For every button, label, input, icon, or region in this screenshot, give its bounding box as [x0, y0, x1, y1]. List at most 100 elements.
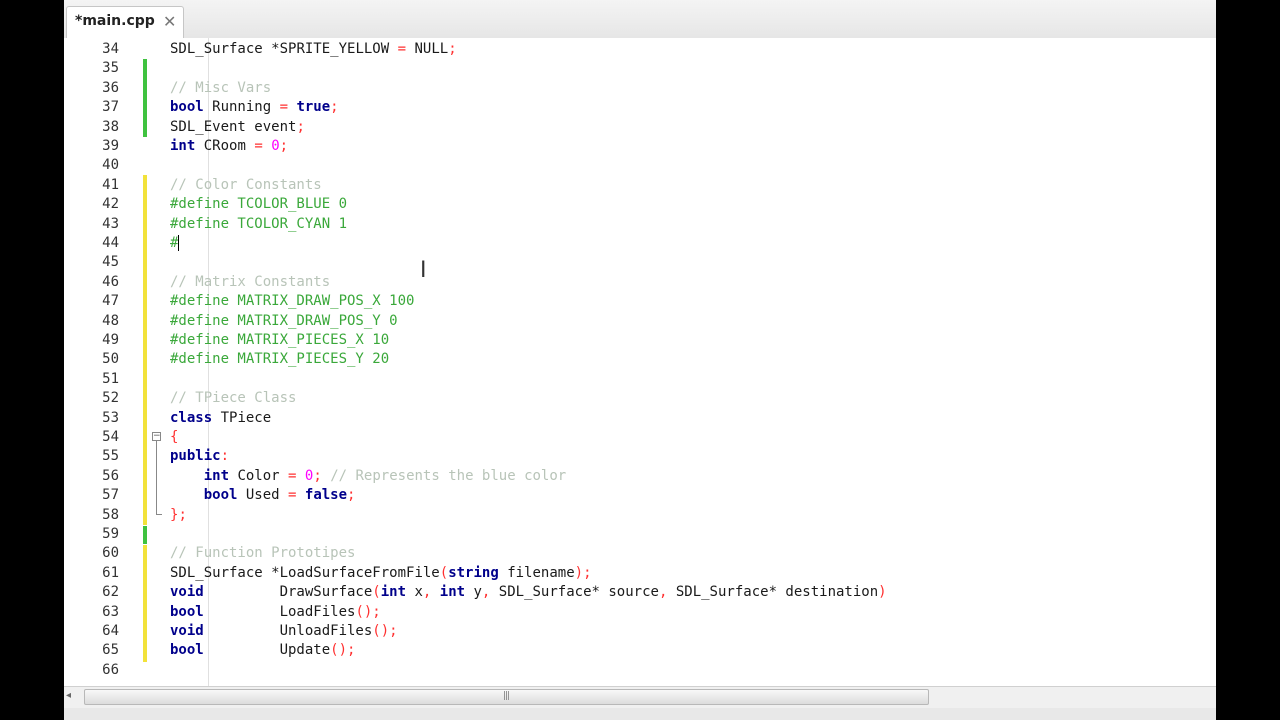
code-token: class — [170, 409, 213, 426]
code-line[interactable]: 41 // Color Constants — [64, 176, 1216, 195]
code-line[interactable]: 44 # — [64, 234, 1216, 253]
code-token: public — [170, 448, 221, 465]
code-text: // TPiece Class — [170, 389, 296, 408]
line-number: 35 — [102, 60, 119, 77]
line-number: 50 — [102, 351, 119, 368]
line-number: 51 — [102, 370, 119, 387]
code-text: SDL_Surface *SPRITE_YELLOW = NULL; — [170, 40, 457, 59]
code-line[interactable]: 61 SDL_Surface *LoadSurfaceFromFile(strin… — [64, 564, 1216, 583]
horizontal-scrollbar[interactable]: ◂ ||| — [64, 686, 1216, 709]
code-text: SDL_Event event; — [170, 118, 305, 137]
code-line[interactable]: 37 bool Running = true; — [64, 98, 1216, 117]
code-token: void — [170, 623, 204, 639]
code-line[interactable]: 64 void UnloadFiles(); — [64, 622, 1216, 641]
code-token: # — [170, 235, 179, 251]
code-line[interactable]: 48 #define MATRIX_DRAW_POS_Y 0 — [64, 312, 1216, 331]
line-number: 55 — [102, 448, 119, 465]
code-token: bool — [170, 603, 204, 620]
code-line[interactable]: 40 — [64, 156, 1216, 175]
close-icon[interactable]: ✕ — [163, 12, 176, 31]
code-text: int CRoom = 0; — [170, 137, 288, 156]
code-text: // Color Constants — [170, 176, 322, 195]
code-line[interactable]: 59 — [64, 525, 1216, 544]
line-number: 59 — [102, 526, 119, 542]
line-number: 34 — [102, 41, 119, 57]
code-token: false — [304, 487, 348, 504]
code-line[interactable]: 47 #define MATRIX_DRAW_POS_X 100 — [64, 292, 1216, 311]
code-token: #define MATRIX_PIECES_X 10 — [170, 332, 390, 348]
code-line[interactable]: 45 — [64, 253, 1216, 272]
code-line[interactable]: 39 int CRoom = 0; — [64, 137, 1216, 156]
code-token: ; — [330, 99, 339, 116]
code-token: { — [170, 429, 179, 445]
code-token: ; — [389, 623, 398, 639]
code-token: x — [406, 584, 423, 601]
code-line[interactable]: 56 int Color = 0; // Represents the blue… — [64, 467, 1216, 486]
code-line[interactable]: 65 bool Update(); — [64, 641, 1216, 660]
line-number: 52 — [102, 390, 119, 407]
code-token: Used — [237, 487, 289, 504]
code-token: LoadSurfaceFromFile — [279, 564, 440, 581]
code-line[interactable]: 51 — [64, 370, 1216, 389]
code-line[interactable]: 36 // Misc Vars — [64, 79, 1216, 98]
code-line[interactable]: 49 #define MATRIX_PIECES_X 10 — [64, 331, 1216, 350]
code-token: CRoom — [195, 138, 255, 154]
code-token: // Function Prototipes — [170, 545, 356, 562]
code-line[interactable]: 43 #define TCOLOR_CYAN 1 — [64, 215, 1216, 234]
code-line[interactable]: 54 { — [64, 428, 1216, 447]
code-text: // Matrix Constants — [170, 273, 330, 292]
code-line[interactable]: 57 bool Used = false; — [64, 486, 1216, 505]
line-number: 57 — [102, 487, 119, 504]
code-line[interactable]: 58}; — [64, 506, 1216, 525]
code-token: SPRITE_YELLOW — [279, 41, 398, 57]
text-caret — [178, 235, 180, 251]
code-token: NULL — [414, 41, 449, 57]
line-number: 42 — [102, 196, 119, 213]
tab-main-cpp[interactable]: *main.cpp ✕ — [66, 6, 184, 38]
code-token: * — [271, 564, 280, 581]
code-line[interactable]: 46 // Matrix Constants — [64, 273, 1216, 292]
code-text: bool Used = false; — [170, 486, 356, 505]
code-text: #define TCOLOR_BLUE 0 — [170, 195, 347, 214]
code-token: bool — [170, 642, 204, 659]
code-token: // TPiece Class — [170, 390, 297, 407]
code-line[interactable]: 60 // Function Prototipes — [64, 544, 1216, 563]
code-token: ) — [878, 584, 887, 601]
code-line[interactable]: 50 #define MATRIX_PIECES_Y 20 — [64, 350, 1216, 369]
code-line[interactable]: 63 bool LoadFiles(); — [64, 603, 1216, 622]
tab-label: *main.cpp — [75, 13, 155, 29]
code-line[interactable]: 52 // TPiece Class — [64, 389, 1216, 408]
scrollbar-thumb[interactable]: ||| — [84, 689, 929, 705]
line-number: 36 — [102, 79, 119, 96]
code-line[interactable]: 55 public: — [64, 447, 1216, 466]
code-text: bool LoadFiles(); — [170, 603, 381, 622]
code-line[interactable]: 42 #define TCOLOR_BLUE 0 — [64, 195, 1216, 214]
code-token: // Matrix Constants — [170, 273, 331, 290]
code-token: () — [372, 623, 390, 639]
code-text: #define MATRIX_PIECES_Y 20 — [170, 350, 389, 369]
code-editor[interactable]: − I 34 SDL_Surface *SPRITE_YELLOW = NULL;… — [64, 38, 1216, 686]
code-token: UnloadFiles — [203, 623, 373, 639]
code-token: * — [591, 584, 600, 601]
code-text: // Function Prototipes — [170, 544, 355, 563]
code-line[interactable]: 38 SDL_Event event; — [64, 118, 1216, 137]
line-number: 53 — [102, 409, 119, 426]
code-line[interactable]: 66 — [64, 661, 1216, 680]
code-line[interactable]: 35 — [64, 59, 1216, 78]
code-line[interactable]: 53 class TPiece — [64, 409, 1216, 428]
code-text: void UnloadFiles(); — [170, 622, 398, 641]
code-token: int — [170, 138, 196, 154]
code-line[interactable]: 62 void DrawSurface(int x, int y, SDL_Sur… — [64, 583, 1216, 602]
scroll-left-icon[interactable]: ◂ — [66, 690, 71, 701]
code-line[interactable]: 34 SDL_Surface *SPRITE_YELLOW = NULL; — [64, 40, 1216, 59]
code-token: #define MATRIX_DRAW_POS_X 100 — [170, 293, 415, 310]
code-token: SDL_Surface — [490, 584, 592, 601]
line-number: 49 — [102, 332, 119, 348]
code-token: #define MATRIX_DRAW_POS_Y 0 — [170, 312, 398, 329]
line-number: 38 — [102, 118, 119, 135]
code-token: int — [203, 467, 230, 484]
code-token: : — [220, 448, 230, 465]
